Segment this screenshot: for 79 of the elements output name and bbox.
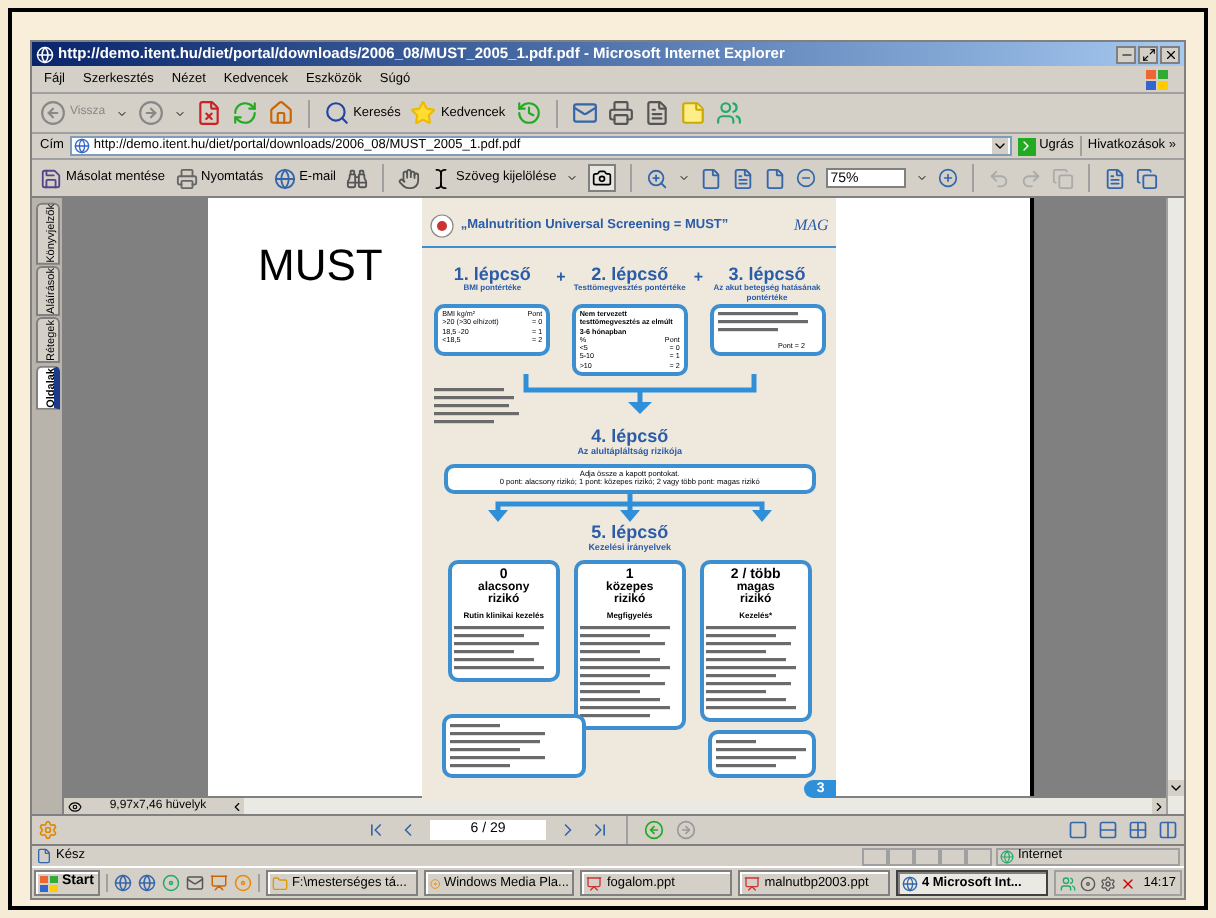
scroll-down-button[interactable] <box>1168 780 1184 796</box>
forward-icon[interactable] <box>137 100 164 126</box>
windows-logo-icon <box>40 875 58 891</box>
messenger-icon[interactable] <box>715 100 742 126</box>
brand-logo: MAG <box>794 214 829 238</box>
search-icon <box>323 100 350 126</box>
home-icon[interactable] <box>267 100 294 126</box>
mail-icon[interactable] <box>571 100 598 126</box>
single-page-icon[interactable] <box>1068 820 1088 840</box>
restore-button[interactable] <box>1138 45 1158 63</box>
page-icon <box>36 848 52 864</box>
emblem-icon <box>430 214 455 238</box>
history-icon[interactable] <box>515 100 542 126</box>
browser-icon[interactable] <box>113 874 132 892</box>
page-icon <box>73 138 90 154</box>
presentation-icon[interactable] <box>209 874 228 892</box>
plus-sign: + <box>556 266 566 290</box>
step-heading: 5. lépcső <box>591 522 669 543</box>
tray-icon[interactable] <box>1079 875 1096 891</box>
rotate-icon[interactable] <box>1104 167 1127 189</box>
page-icon[interactable] <box>700 167 723 189</box>
antivirus-icon[interactable] <box>1119 875 1136 891</box>
dropdown-arrow-icon[interactable] <box>991 138 1008 154</box>
slide-title: MUST <box>258 242 383 290</box>
disc-icon <box>429 875 440 891</box>
facing-icon[interactable] <box>1128 820 1148 840</box>
step-heading: 1. lépcső <box>453 264 531 284</box>
last-page-icon[interactable] <box>590 820 610 840</box>
continuous-icon[interactable] <box>1098 820 1118 840</box>
globe-icon <box>273 167 296 189</box>
status-panel <box>862 847 888 865</box>
zoom-in-icon[interactable] <box>938 168 959 188</box>
hand-icon[interactable] <box>398 167 420 189</box>
globe-icon <box>901 875 918 891</box>
print-icon[interactable] <box>607 100 634 126</box>
camera-icon <box>592 168 613 188</box>
presentation-icon <box>586 875 603 891</box>
scroll-left-button[interactable] <box>230 799 244 813</box>
plus-sign: + <box>693 266 703 290</box>
refresh-icon[interactable] <box>231 100 258 126</box>
close-button[interactable] <box>1160 45 1180 63</box>
star-icon <box>410 100 437 126</box>
status-panel <box>940 847 966 865</box>
status-panel <box>914 847 940 865</box>
fit-page-icon[interactable] <box>732 167 755 189</box>
step-heading: 3. lépcső <box>728 264 806 284</box>
status-panel <box>888 847 914 865</box>
text-lines-drawing <box>450 721 551 770</box>
globe-icon[interactable] <box>137 874 156 892</box>
globe-icon <box>1000 849 1014 863</box>
snapshot-button[interactable] <box>588 164 617 192</box>
status-panel <box>966 847 992 865</box>
step-heading: 4. lépcső <box>591 426 669 447</box>
binoculars-icon[interactable] <box>346 167 368 189</box>
folder-icon <box>271 875 288 891</box>
stop-icon[interactable] <box>195 100 222 126</box>
back-icon[interactable] <box>644 820 664 840</box>
scroll-right-button[interactable] <box>1152 799 1166 813</box>
back-icon <box>40 100 66 126</box>
close-icon <box>1163 47 1177 61</box>
text-cursor-icon <box>430 167 452 189</box>
fit-width-icon[interactable] <box>764 167 787 189</box>
maximize-icon <box>1141 47 1155 61</box>
pages-icon[interactable] <box>1136 167 1159 189</box>
ie-icon <box>36 45 54 63</box>
gear-icon[interactable] <box>1099 875 1116 891</box>
edit-icon[interactable] <box>643 100 670 126</box>
presentation-icon <box>744 875 761 891</box>
continuous-facing-icon[interactable] <box>1158 820 1178 840</box>
print-icon <box>175 167 197 189</box>
first-page-icon[interactable] <box>366 820 386 840</box>
save-icon <box>40 167 62 189</box>
zoom-in-icon[interactable] <box>646 167 669 189</box>
view-icon[interactable] <box>68 799 82 813</box>
mail-icon[interactable] <box>185 874 204 892</box>
zoom-out-icon[interactable] <box>796 168 817 188</box>
step-heading: 2. lépcső <box>591 264 669 284</box>
minimize-button[interactable] <box>1116 45 1136 63</box>
windows-logo-icon <box>1144 67 1172 91</box>
